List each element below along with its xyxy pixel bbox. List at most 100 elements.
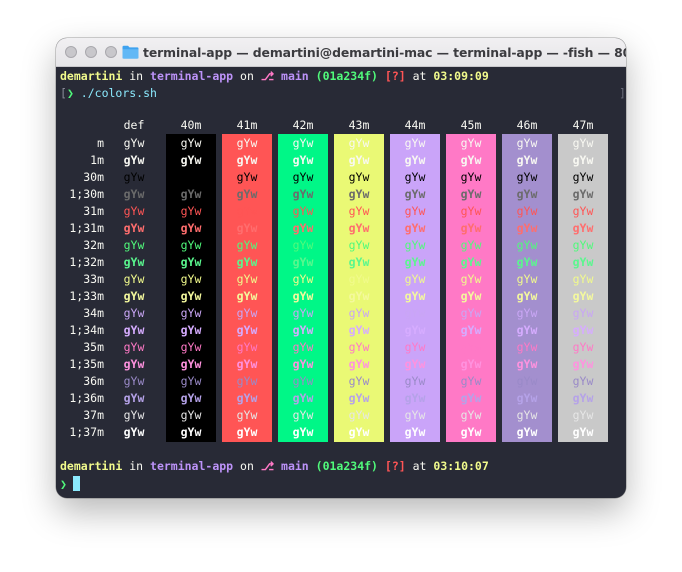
- color-sample-cell: gYw: [236, 170, 258, 184]
- color-sample-cell: gYw: [236, 391, 258, 405]
- color-sample-cell: gYw: [292, 153, 314, 167]
- zoom-button[interactable]: [105, 46, 117, 58]
- color-sample-cell: gYw: [180, 153, 202, 167]
- title-bar[interactable]: terminal-app — demartini@demartini-mac —…: [56, 38, 626, 67]
- minimize-button[interactable]: [85, 46, 97, 58]
- command-line: [❯ ./colors.sh: [60, 86, 157, 100]
- color-sample-cell: gYw: [180, 187, 202, 201]
- close-button[interactable]: [65, 46, 77, 58]
- color-sample-cell: gYw: [123, 374, 145, 388]
- color-sample-cell: gYw: [123, 255, 145, 269]
- color-sample-cell: gYw: [292, 306, 314, 320]
- color-sample-cell: gYw: [180, 357, 202, 371]
- color-sample-cell: gYw: [180, 272, 202, 286]
- color-sample-cell: gYw: [123, 238, 145, 252]
- color-sample-cell: gYw: [516, 272, 538, 286]
- color-sample-cell: gYw: [516, 340, 538, 354]
- row-label: 35m: [83, 340, 104, 354]
- color-sample-cell: gYw: [123, 425, 145, 439]
- color-sample-cell: gYw: [404, 255, 426, 269]
- color-sample-cell: gYw: [123, 391, 145, 405]
- color-sample-cell: gYw: [123, 289, 145, 303]
- color-sample-cell: gYw: [292, 289, 314, 303]
- color-sample-cell: gYw: [348, 204, 370, 218]
- column-header: 44m: [404, 118, 426, 132]
- input-line[interactable]: ❯: [60, 476, 80, 493]
- prompt-dir: terminal-app: [150, 69, 234, 83]
- color-sample-cell: gYw: [516, 289, 538, 303]
- color-sample-cell: gYw: [180, 425, 202, 439]
- color-sample-cell: gYw: [123, 323, 145, 337]
- color-sample-cell: gYw: [236, 306, 258, 320]
- color-sample-cell: gYw: [236, 408, 258, 422]
- color-sample-cell: gYw: [572, 221, 594, 235]
- color-sample-cell: gYw: [572, 153, 594, 167]
- folder-icon: [122, 45, 139, 59]
- color-sample-cell: gYw: [123, 272, 145, 286]
- color-sample-cell: gYw: [180, 391, 202, 405]
- color-sample-cell: gYw: [348, 425, 370, 439]
- color-sample-cell: gYw: [292, 221, 314, 235]
- color-sample-cell: gYw: [348, 255, 370, 269]
- color-sample-cell: gYw: [292, 255, 314, 269]
- prompt-dir: terminal-app: [150, 459, 234, 473]
- color-sample-cell: gYw: [348, 374, 370, 388]
- color-sample-cell: gYw: [460, 374, 482, 388]
- color-sample-cell: gYw: [348, 170, 370, 184]
- color-sample-cell: gYw: [516, 170, 538, 184]
- terminal-content[interactable]: demartini in terminal-app on ⎇ main (01a…: [56, 67, 626, 498]
- color-sample-cell: gYw: [180, 204, 202, 218]
- color-sample-cell: gYw: [460, 289, 482, 303]
- color-sample-cell: gYw: [404, 323, 426, 337]
- row-label: 31m: [83, 204, 104, 218]
- color-sample-cell: gYw: [516, 204, 538, 218]
- color-sample-cell: gYw: [572, 238, 594, 252]
- color-sample-cell: gYw: [292, 170, 314, 184]
- prompt-char: ❯: [60, 477, 67, 491]
- color-sample-cell: gYw: [123, 136, 145, 150]
- color-sample-cell: gYw: [236, 323, 258, 337]
- color-sample-cell: gYw: [180, 306, 202, 320]
- branch-icon: ⎇: [260, 459, 275, 473]
- color-sample-cell: gYw: [460, 408, 482, 422]
- color-sample-cell: gYw: [516, 425, 538, 439]
- color-sample-cell: gYw: [460, 170, 482, 184]
- color-sample-cell: gYw: [348, 391, 370, 405]
- color-sample-cell: gYw: [123, 408, 145, 422]
- color-sample-cell: gYw: [292, 425, 314, 439]
- color-sample-cell: gYw: [236, 272, 258, 286]
- row-label: 1;35m: [69, 357, 104, 371]
- color-sample-cell: gYw: [180, 323, 202, 337]
- color-sample-cell: gYw: [404, 153, 426, 167]
- terminal-window: terminal-app — demartini@demartini-mac —…: [56, 38, 626, 498]
- color-sample-cell: gYw: [292, 340, 314, 354]
- color-sample-cell: gYw: [460, 272, 482, 286]
- color-sample-cell: gYw: [180, 374, 202, 388]
- color-sample-cell: gYw: [460, 323, 482, 337]
- color-sample-cell: gYw: [236, 221, 258, 235]
- color-sample-cell: gYw: [123, 357, 145, 371]
- row-label: 37m: [83, 408, 104, 422]
- color-sample-cell: gYw: [292, 272, 314, 286]
- row-label: 32m: [83, 238, 104, 252]
- color-sample-cell: gYw: [572, 272, 594, 286]
- color-sample-cell: gYw: [516, 357, 538, 371]
- color-sample-cell: gYw: [123, 221, 145, 235]
- color-sample-cell: gYw: [123, 306, 145, 320]
- color-sample-cell: gYw: [292, 323, 314, 337]
- color-sample-cell: gYw: [236, 136, 258, 150]
- color-sample-cell: gYw: [516, 323, 538, 337]
- color-sample-cell: gYw: [572, 255, 594, 269]
- color-sample-cell: gYw: [292, 187, 314, 201]
- color-sample-cell: gYw: [516, 136, 538, 150]
- color-sample-cell: gYw: [348, 238, 370, 252]
- color-sample-cell: gYw: [180, 136, 202, 150]
- prompt-branch: main: [281, 459, 309, 473]
- color-sample-cell: gYw: [123, 187, 145, 201]
- color-sample-cell: gYw: [180, 255, 202, 269]
- color-sample-cell: gYw: [180, 340, 202, 354]
- bracket-right: ]: [619, 86, 626, 100]
- row-label: 36m: [83, 374, 104, 388]
- color-sample-cell: gYw: [516, 238, 538, 252]
- color-sample-cell: gYw: [236, 255, 258, 269]
